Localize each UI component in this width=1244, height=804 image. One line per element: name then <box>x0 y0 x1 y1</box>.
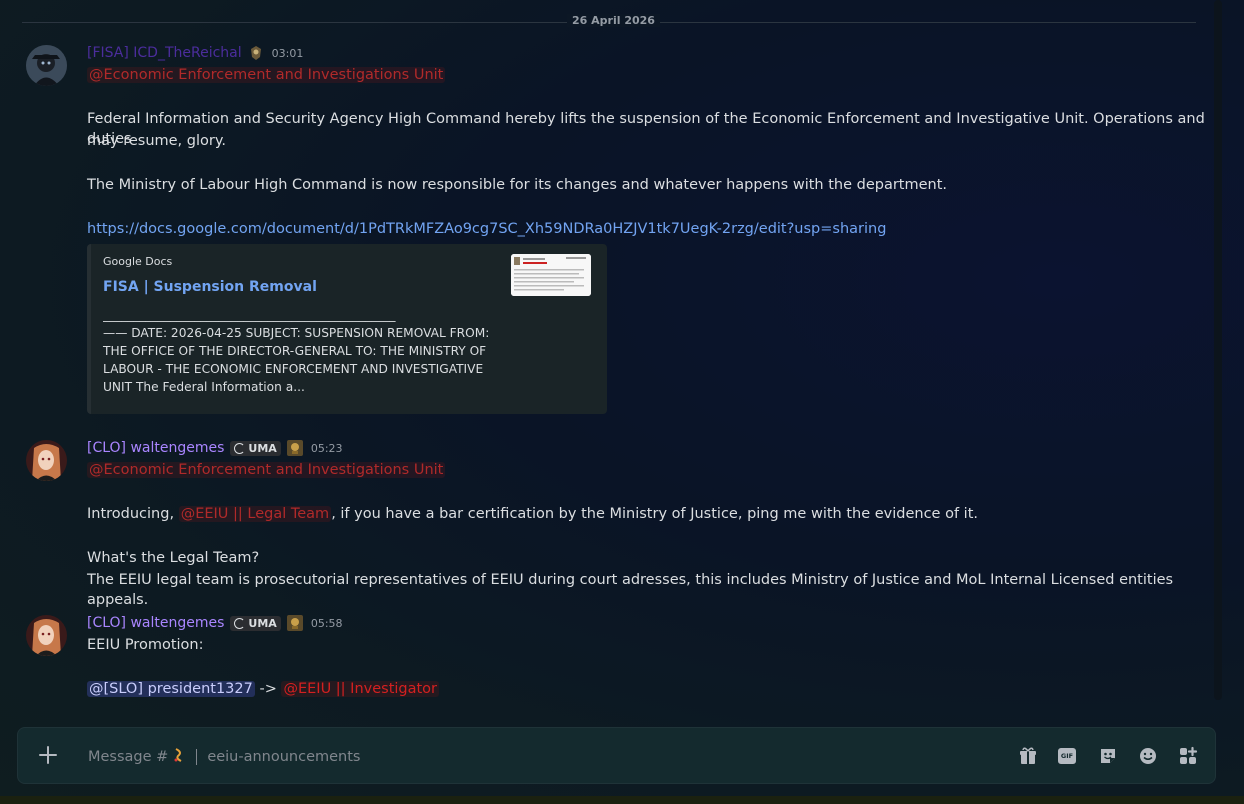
moon-icon <box>234 442 246 454</box>
text-segment: , if you have a bar certification by the… <box>331 506 978 522</box>
avatar[interactable] <box>26 615 67 656</box>
embed-thumbnail[interactable] <box>511 254 591 296</box>
channel-emoji-icon <box>172 747 186 767</box>
message-composer: Message # eeiu-announcements GIF <box>17 727 1216 784</box>
message-text: The Ministry of Labour High Command is n… <box>87 177 948 193</box>
server-tag[interactable]: UMA <box>230 615 281 631</box>
text-segment: Introducing, <box>87 506 179 522</box>
role-mention[interactable]: @EEIU || Legal Team <box>178 506 332 522</box>
server-tag-label: UMA <box>248 616 277 630</box>
timestamp[interactable]: 05:23 <box>311 442 343 455</box>
server-tag[interactable]: UMA <box>230 440 281 456</box>
author-name[interactable]: [FISA] ICD_TheReichal <box>87 45 242 61</box>
apps-icon[interactable] <box>1178 746 1198 766</box>
avatar[interactable] <box>26 440 67 481</box>
embed-description: ________________________________________… <box>103 306 495 396</box>
placeholder-prefix: Message # <box>88 749 169 765</box>
role-badge-icon <box>286 440 303 456</box>
sticker-icon[interactable] <box>1098 746 1118 766</box>
message-content: @Economic Enforcement and Investigations… <box>87 460 446 480</box>
message-header: [FISA] ICD_TheReichal 03:01 <box>87 45 303 61</box>
gif-icon[interactable]: GIF <box>1058 746 1078 766</box>
plus-icon[interactable] <box>37 744 59 766</box>
message-text: Introducing, @EEIU || Legal Team, if you… <box>87 504 978 524</box>
role-mention[interactable]: @Economic Enforcement and Investigations… <box>87 462 446 478</box>
arrow-text: -> <box>254 681 282 697</box>
embed-title[interactable]: FISA | Suspension Removal <box>103 279 317 295</box>
message-header: [CLO] waltengemes UMA 05:23 <box>87 440 343 456</box>
timestamp[interactable]: 03:01 <box>272 47 304 60</box>
message-content: @Economic Enforcement and Investigations… <box>87 65 446 85</box>
author-name[interactable]: [CLO] waltengemes <box>87 615 224 631</box>
gift-icon[interactable] <box>1018 746 1038 766</box>
moon-icon <box>234 617 246 629</box>
timestamp[interactable]: 05:58 <box>311 617 343 630</box>
message-header: [CLO] waltengemes UMA 05:58 <box>87 615 343 631</box>
embed-provider: Google Docs <box>103 255 173 268</box>
link-embed: Google Docs FISA | Suspension Removal __… <box>87 244 607 414</box>
message-link-line: https://docs.google.com/document/d/1PdTR… <box>87 219 886 239</box>
message-text: @[SLO] president1327 -> @EEIU || Investi… <box>87 679 440 699</box>
document-link[interactable]: https://docs.google.com/document/d/1PdTR… <box>87 221 886 237</box>
emoji-icon[interactable] <box>1138 746 1158 766</box>
date-divider-label: 26 April 2026 <box>567 14 660 27</box>
role-mention[interactable]: @EEIU || Investigator <box>281 681 440 697</box>
role-badge-icon <box>286 615 303 631</box>
embed-body: —— DATE: 2026-04-25 SUBJECT: SUSPENSION … <box>103 326 490 394</box>
message-text: What's the Legal Team? <box>87 550 260 566</box>
window-bottom-strip <box>0 796 1244 804</box>
message-text: EEIU Promotion: <box>87 637 204 653</box>
avatar[interactable] <box>26 45 67 86</box>
message-input[interactable]: Message # eeiu-announcements <box>88 747 361 767</box>
user-mention[interactable]: @[SLO] president1327 <box>87 681 255 697</box>
message-text: may resume, glory. <box>87 133 226 149</box>
message-text: Federal Information and Security Agency … <box>87 111 1205 147</box>
embed-rule: ________________________________________… <box>103 308 396 322</box>
gif-label: GIF <box>1058 748 1076 764</box>
scrollbar[interactable] <box>1214 0 1222 700</box>
server-tag-label: UMA <box>248 441 277 455</box>
separator <box>196 749 198 765</box>
message-text: The EEIU legal team is prosecutorial rep… <box>87 572 1174 608</box>
channel-name: eeiu-announcements <box>207 749 361 765</box>
role-mention[interactable]: @Economic Enforcement and Investigations… <box>87 67 446 83</box>
fisa-badge-icon <box>248 45 264 61</box>
author-name[interactable]: [CLO] waltengemes <box>87 440 224 456</box>
